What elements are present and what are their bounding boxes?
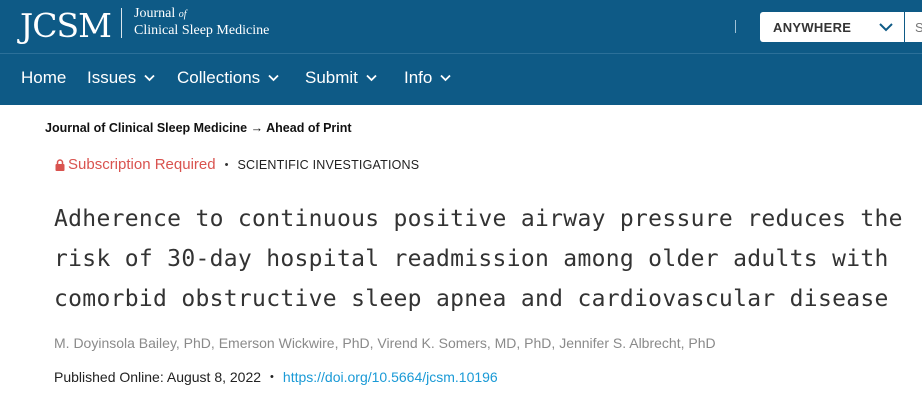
doi-link[interactable]: https://doi.org/10.5664/jcsm.10196 xyxy=(283,369,498,385)
article-authors[interactable]: M. Doyinsola Bailey, PhD, Emerson Wickwi… xyxy=(54,335,716,351)
article-meta-line: Subscription Required • SCIENTIFIC INVES… xyxy=(55,156,419,173)
subscription-label: Subscription Required xyxy=(68,156,216,173)
logo-divider xyxy=(121,8,122,38)
article-title-line: Adherence to continuous positive airway … xyxy=(54,206,903,232)
nav-item-home[interactable]: Home xyxy=(21,68,66,88)
nav-item-label: Home xyxy=(21,68,67,87)
nav-item-issues[interactable]: Issues xyxy=(87,68,155,88)
article-title: Adherence to continuous positive airway … xyxy=(54,199,914,319)
subscription-badge: Subscription Required xyxy=(55,156,216,173)
lock-icon xyxy=(55,158,65,171)
article-type-label[interactable]: SCIENTIFIC INVESTIGATIONS xyxy=(237,158,419,172)
chevron-down-icon xyxy=(879,23,893,32)
journal-name-of: of xyxy=(178,9,187,20)
jcsm-logo[interactable]: JCSM xyxy=(20,6,112,46)
journal-name[interactable]: Journal of Clinical Sleep Medicine xyxy=(134,6,269,39)
breadcrumb: Journal of Clinical Sleep Medicine → Ahe… xyxy=(45,121,352,135)
journal-name-line2: Clinical Sleep Medicine xyxy=(134,23,270,38)
separator-bullet: • xyxy=(224,158,229,171)
chevron-down-icon xyxy=(268,74,279,82)
nav-item-collections[interactable]: Collections xyxy=(177,68,279,88)
nav-item-submit[interactable]: Submit xyxy=(305,68,377,88)
nav-item-info[interactable]: Info xyxy=(404,68,451,88)
search-scope-label: ANYWHERE xyxy=(773,20,852,35)
nav-item-label: Collections xyxy=(177,68,261,87)
separator-bullet: • xyxy=(270,371,274,383)
nav-item-label: Issues xyxy=(87,68,137,87)
search-input[interactable] xyxy=(905,12,922,42)
journal-name-line1: Journal xyxy=(134,6,176,21)
chevron-down-icon xyxy=(144,74,155,82)
chevron-down-icon xyxy=(440,74,451,82)
nav-item-label: Submit xyxy=(305,68,358,87)
article-title-line: risk of 30-day hospital readmission amon… xyxy=(54,246,889,272)
header-separator xyxy=(735,20,736,33)
main-nav: Home Issues Collections Submit Info xyxy=(0,53,922,105)
breadcrumb-arrow: → xyxy=(250,121,264,135)
site-header: JCSM Journal of Clinical Sleep Medicine … xyxy=(0,0,922,53)
nav-item-label: Info xyxy=(404,68,433,87)
chevron-down-icon xyxy=(366,74,377,82)
published-date: Published Online: August 8, 2022 xyxy=(54,369,262,385)
article-title-line: comorbid obstructive sleep apnea and car… xyxy=(54,286,889,312)
search-scope-select[interactable]: ANYWHERE xyxy=(760,12,904,42)
publication-info: Published Online: August 8, 2022 • https… xyxy=(54,369,498,385)
breadcrumb-section-link[interactable]: Ahead of Print xyxy=(266,121,351,135)
breadcrumb-journal-link[interactable]: Journal of Clinical Sleep Medicine xyxy=(45,121,247,135)
